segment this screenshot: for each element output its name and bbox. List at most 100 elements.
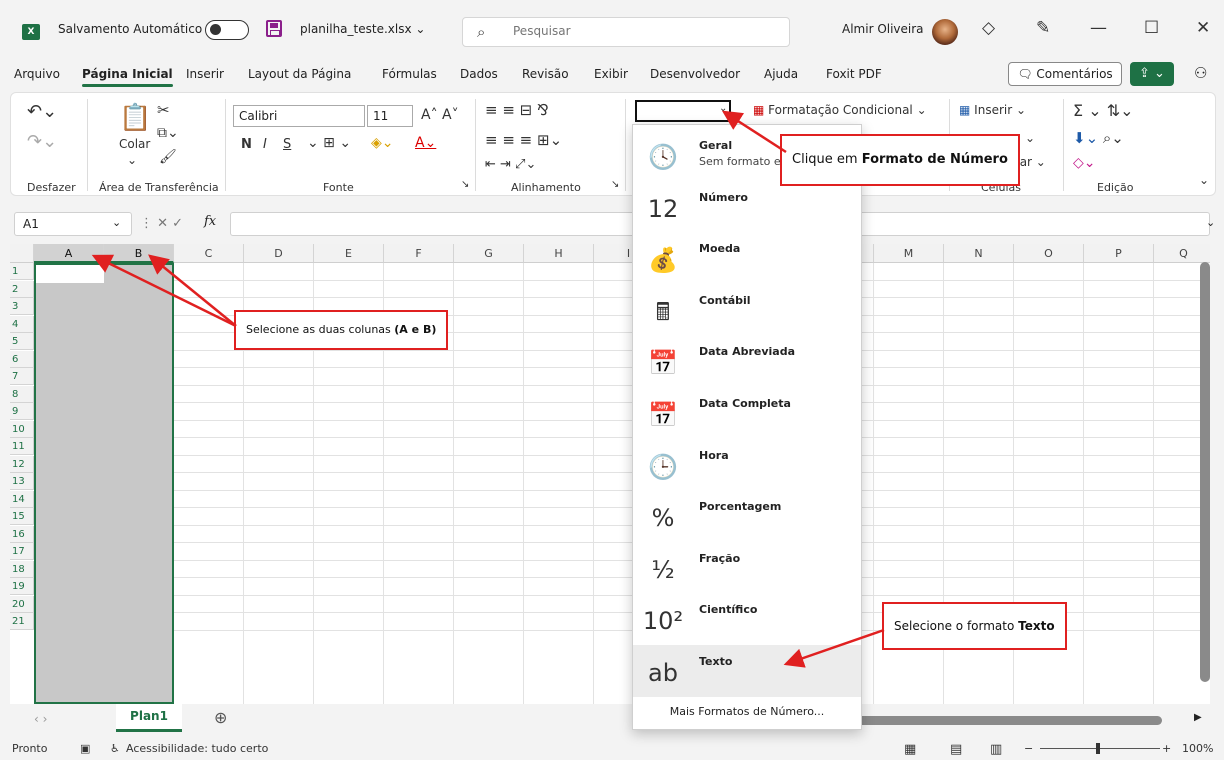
format-option-texto[interactable]: ab Texto bbox=[633, 645, 861, 697]
share-button[interactable]: ⇪ ⌄ bbox=[1130, 62, 1174, 86]
tab-formulas[interactable]: Fórmulas bbox=[382, 67, 437, 81]
tab-dados[interactable]: Dados bbox=[460, 67, 498, 81]
column-header-e[interactable]: E bbox=[314, 244, 384, 263]
row-header-7[interactable]: 7 bbox=[10, 368, 34, 385]
vertical-scrollbar[interactable] bbox=[1200, 262, 1210, 682]
autosave-toggle[interactable] bbox=[205, 20, 249, 40]
row-header-9[interactable]: 9 bbox=[10, 403, 34, 420]
tab-pagina-inicial[interactable]: Página Inicial bbox=[82, 67, 173, 87]
row-header-16[interactable]: 16 bbox=[10, 525, 34, 543]
row-header-11[interactable]: 11 bbox=[10, 438, 34, 455]
borders-icon[interactable]: ⌄ ⊞ ⌄ bbox=[307, 135, 351, 151]
indent-icons[interactable]: ⇤ ⇥ ⤢⌄ bbox=[485, 157, 536, 172]
save-icon[interactable] bbox=[266, 20, 282, 37]
zoom-slider[interactable] bbox=[1040, 748, 1160, 749]
font-name-select[interactable]: Calibri bbox=[233, 105, 365, 127]
number-format-chevron-icon[interactable]: ⌄ bbox=[719, 103, 727, 114]
clear-icon[interactable]: ◇⌄ bbox=[1073, 155, 1096, 171]
tab-layout[interactable]: Layout da Página bbox=[248, 67, 351, 81]
tab-foxit[interactable]: Foxit PDF bbox=[826, 67, 882, 81]
filename-dropdown[interactable]: planilha_teste.xlsx ⌄ bbox=[300, 22, 425, 36]
search-input[interactable] bbox=[513, 24, 753, 38]
copy-icon[interactable]: ⧉⌄ bbox=[157, 125, 179, 141]
autosum-icon[interactable]: Σ ⌄ ⇅⌄ bbox=[1073, 101, 1134, 120]
selected-columns-a-b[interactable] bbox=[34, 263, 174, 704]
row-header-3[interactable]: 3 bbox=[10, 298, 34, 315]
ribbon-collapse-icon[interactable]: ⌄ bbox=[1199, 173, 1209, 187]
select-all-corner[interactable] bbox=[10, 244, 34, 263]
name-box-chevron-icon[interactable]: ⌄ bbox=[112, 216, 121, 229]
sheet-tab-plan1[interactable]: Plan1 bbox=[116, 704, 182, 732]
align-horizontal-icons[interactable]: ≡ ≡ ≡ ⊞⌄ bbox=[485, 131, 562, 149]
minimize-button[interactable]: — bbox=[1090, 18, 1107, 38]
row-header-1[interactable]: 1 bbox=[10, 263, 34, 280]
column-header-d[interactable]: D bbox=[244, 244, 314, 263]
row-header-4[interactable]: 4 bbox=[10, 315, 34, 333]
column-header-c[interactable]: C bbox=[174, 244, 244, 263]
page-break-icon[interactable]: ▥ bbox=[990, 742, 1002, 757]
tab-inserir[interactable]: Inserir bbox=[186, 67, 224, 81]
row-header-8[interactable]: 8 bbox=[10, 385, 34, 403]
row-header-20[interactable]: 20 bbox=[10, 595, 34, 613]
format-option-moeda[interactable]: 💰 Moeda bbox=[633, 232, 861, 284]
column-header-p[interactable]: P bbox=[1084, 244, 1154, 263]
zoom-in-icon[interactable]: + bbox=[1162, 742, 1171, 755]
undo-icon[interactable]: ↶⌄ bbox=[27, 101, 57, 122]
normal-view-icon[interactable]: ▦ bbox=[904, 742, 916, 757]
paste-label[interactable]: Colar bbox=[119, 137, 150, 151]
column-header-h[interactable]: H bbox=[524, 244, 594, 263]
zoom-slider-thumb[interactable] bbox=[1096, 743, 1100, 754]
format-option-data-completa[interactable]: 📅 Data Completa bbox=[633, 387, 861, 439]
number-format-select[interactable] bbox=[635, 100, 731, 122]
format-option-contabil[interactable]: 🖩 Contábil bbox=[633, 284, 861, 336]
row-header-21[interactable]: 21 bbox=[10, 613, 34, 630]
column-header-g[interactable]: G bbox=[454, 244, 524, 263]
accessibility-status[interactable]: Acessibilidade: tudo certo bbox=[126, 742, 268, 755]
insert-cells-button[interactable]: ▦ Inserir ⌄ bbox=[959, 103, 1026, 117]
font-color-icon[interactable]: A⌄ bbox=[415, 135, 436, 151]
fill-icon[interactable]: ⬇⌄ ⌕⌄ bbox=[1073, 129, 1124, 147]
conditional-format-button[interactable]: ▦ Formatação Condicional ⌄ bbox=[753, 103, 927, 117]
sheet-nav-icons[interactable]: ‹ › bbox=[34, 712, 47, 726]
tab-arquivo[interactable]: Arquivo bbox=[14, 67, 60, 81]
column-header-a[interactable]: A bbox=[34, 244, 104, 263]
hscroll-right-icon[interactable]: ▶ bbox=[1194, 712, 1202, 723]
formula-expand-icon[interactable]: ⌄ bbox=[1206, 216, 1215, 229]
font-grow-icon[interactable]: A˄ A˅ bbox=[421, 107, 459, 123]
bold-button[interactable]: N bbox=[241, 137, 252, 152]
row-header-14[interactable]: 14 bbox=[10, 490, 34, 508]
macro-icon[interactable]: ▣ bbox=[80, 742, 90, 755]
maximize-button[interactable]: ☐ bbox=[1144, 18, 1159, 38]
row-header-5[interactable]: 5 bbox=[10, 333, 34, 350]
paste-dropdown-icon[interactable]: ⌄ bbox=[127, 153, 137, 167]
row-header-10[interactable]: 10 bbox=[10, 420, 34, 438]
formula-controls-icon[interactable]: ⋮ ✕ ✓ bbox=[140, 216, 183, 231]
italic-button[interactable]: I bbox=[263, 137, 267, 152]
format-painter-icon[interactable]: 🖌 bbox=[159, 149, 177, 165]
tab-ajuda[interactable]: Ajuda bbox=[764, 67, 798, 81]
row-header-17[interactable]: 17 bbox=[10, 543, 34, 560]
column-header-b[interactable]: B bbox=[104, 244, 174, 263]
alignment-dialog-icon[interactable]: ↘ bbox=[611, 179, 619, 190]
insert-function-icon[interactable]: fx bbox=[204, 214, 216, 229]
row-header-13[interactable]: 13 bbox=[10, 473, 34, 490]
row-header-15[interactable]: 15 bbox=[10, 508, 34, 525]
row-header-6[interactable]: 6 bbox=[10, 350, 34, 368]
column-header-f[interactable]: F bbox=[384, 244, 454, 263]
row-header-19[interactable]: 19 bbox=[10, 578, 34, 595]
format-option-porcentagem[interactable]: % Porcentagem bbox=[633, 490, 861, 542]
row-header-18[interactable]: 18 bbox=[10, 560, 34, 578]
add-sheet-icon[interactable]: ⊕ bbox=[214, 708, 227, 727]
underline-button[interactable]: S bbox=[283, 137, 291, 152]
tab-desenvolvedor[interactable]: Desenvolvedor bbox=[650, 67, 740, 81]
search-box[interactable]: ⌕ bbox=[462, 17, 790, 47]
column-header-n[interactable]: N bbox=[944, 244, 1014, 263]
format-option-hora[interactable]: 🕒 Hora bbox=[633, 439, 861, 491]
zoom-level[interactable]: 100% bbox=[1182, 742, 1213, 755]
font-size-select[interactable]: 11 bbox=[367, 105, 413, 127]
collab-icon[interactable]: ⚇ bbox=[1194, 64, 1207, 82]
format-option-data-abreviada[interactable]: 📅 Data Abreviada bbox=[633, 335, 861, 387]
font-dialog-icon[interactable]: ↘ bbox=[461, 179, 469, 190]
horizontal-scrollbar[interactable] bbox=[846, 716, 1162, 725]
diamond-icon[interactable]: ◇ bbox=[982, 18, 995, 38]
